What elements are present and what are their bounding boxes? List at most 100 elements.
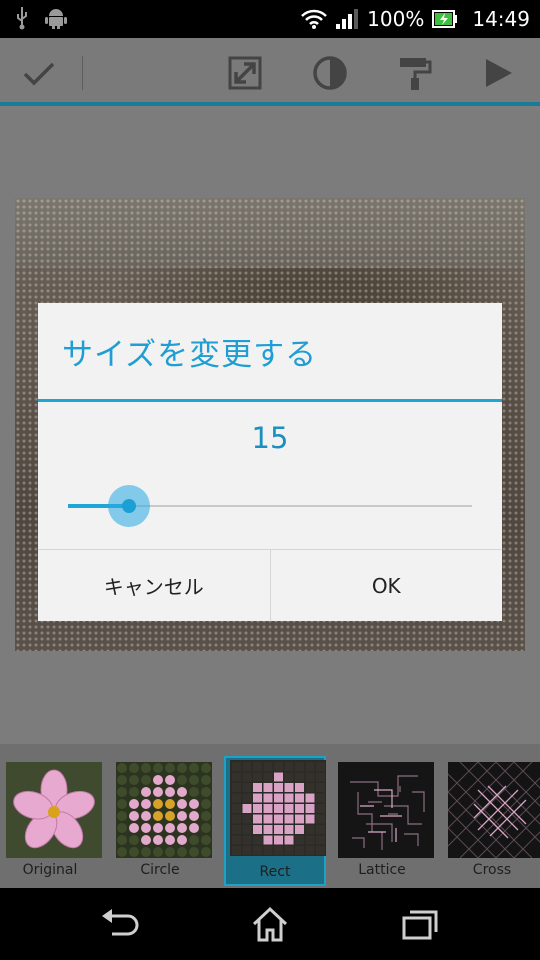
dialog-button-row: キャンセル OK (38, 549, 502, 621)
circle-thumbnail-dot (177, 799, 187, 809)
rect-thumbnail-tile (263, 814, 273, 824)
circle-thumbnail-dot (129, 847, 139, 857)
rect-thumbnail-tile (305, 772, 315, 782)
rect-thumbnail-tile (274, 804, 283, 813)
rect-thumbnail-tile (305, 825, 315, 834)
rect-thumbnail-tile (284, 783, 294, 792)
rect-thumbnail-tile (263, 783, 273, 792)
circle-thumbnail-dot (165, 799, 175, 809)
filter-original-thumbnail (6, 762, 102, 858)
rect-thumbnail-tile (274, 846, 283, 855)
rect-thumbnail-tile (284, 762, 294, 771)
rect-thumbnail-tile (242, 762, 252, 771)
rect-thumbnail-tile (284, 846, 294, 855)
cancel-button[interactable]: キャンセル (38, 550, 270, 621)
rect-thumbnail-tile (253, 793, 262, 803)
circle-thumbnail-dot (117, 823, 127, 833)
rect-thumbnail-tile (242, 814, 252, 824)
rect-thumbnail-tile (232, 846, 241, 855)
rect-thumbnail-tile (242, 772, 252, 782)
circle-thumbnail-dot (189, 823, 199, 833)
rect-thumbnail-tile (242, 783, 252, 792)
battery-charging-icon (432, 10, 458, 28)
rect-thumbnail-tile (295, 814, 304, 824)
rect-thumbnail-tile (295, 772, 304, 782)
circle-thumbnail-dot (165, 775, 175, 785)
circle-thumbnail-dot (141, 823, 151, 833)
android-debug-icon (44, 6, 68, 30)
rect-thumbnail-tile (263, 772, 273, 782)
rect-thumbnail-tile (253, 783, 262, 792)
circle-thumbnail-dot (129, 799, 139, 809)
rect-thumbnail-tile (295, 762, 304, 771)
rect-thumbnail-tile (316, 783, 325, 792)
filter-circle-label: Circle (140, 862, 180, 878)
rect-thumbnail-tile (295, 804, 304, 813)
rect-thumbnail-tile (274, 814, 283, 824)
rect-thumbnail-tile (253, 825, 262, 834)
rect-thumbnail-tile (316, 846, 325, 855)
circle-thumbnail-dot (129, 823, 139, 833)
wifi-icon (301, 8, 328, 30)
rect-thumbnail-tile (305, 846, 315, 855)
resize-icon[interactable] (226, 54, 264, 92)
filter-original-label: Original (22, 862, 78, 878)
circle-thumbnail-dot (201, 763, 211, 773)
rect-thumbnail-tile (305, 835, 315, 845)
rect-thumbnail-tile (232, 783, 241, 792)
filter-lattice-thumbnail (338, 762, 434, 858)
circle-thumbnail-dot (177, 763, 187, 773)
resize-dialog: サイズを変更する 15 キャンセル OK (38, 303, 502, 621)
filter-rect[interactable]: Rect (224, 756, 326, 886)
rect-thumbnail-tile (305, 762, 315, 771)
circle-thumbnail-dot (153, 823, 163, 833)
circle-thumbnail-dot (129, 775, 139, 785)
filter-circle[interactable]: Circle (110, 758, 212, 884)
filter-cross[interactable]: Cross (442, 758, 540, 884)
rect-thumbnail-tile (242, 825, 252, 834)
rect-thumbnail-tile (274, 762, 283, 771)
check-icon[interactable] (20, 54, 58, 92)
circle-thumbnail-dot (189, 763, 199, 773)
rect-thumbnail-tile (284, 772, 294, 782)
dialog-title-divider (38, 399, 502, 402)
size-slider-thumb[interactable] (121, 499, 136, 513)
rect-thumbnail-tile (316, 762, 325, 771)
circle-thumbnail-dot (189, 799, 199, 809)
paint-roller-icon[interactable] (396, 54, 434, 92)
rect-thumbnail-tile (316, 825, 325, 834)
play-icon[interactable] (479, 54, 517, 92)
circle-thumbnail-dot (189, 787, 199, 797)
recent-apps-icon[interactable] (398, 904, 442, 944)
back-icon[interactable] (98, 904, 142, 944)
circle-thumbnail-dot (189, 811, 199, 821)
circle-thumbnail-dot (177, 811, 187, 821)
home-icon[interactable] (248, 904, 292, 944)
rect-thumbnail-tile (274, 772, 283, 782)
contrast-icon[interactable] (311, 54, 349, 92)
filter-original[interactable]: Original (0, 758, 102, 884)
circle-thumbnail-dot (177, 823, 187, 833)
circle-thumbnail-dot (177, 787, 187, 797)
rect-thumbnail-tile (305, 814, 315, 824)
filter-lattice[interactable]: Lattice (332, 758, 434, 884)
circle-thumbnail-dot (117, 763, 127, 773)
rect-thumbnail-tile (284, 835, 294, 845)
circle-thumbnail-dot (117, 835, 127, 845)
circle-thumbnail-dot (141, 799, 151, 809)
circle-thumbnail-dot (189, 835, 199, 845)
action-bar-divider (82, 56, 83, 90)
rect-thumbnail-tile (274, 783, 283, 792)
circle-thumbnail-dot (201, 775, 211, 785)
rect-thumbnail-tile (274, 835, 283, 845)
circle-thumbnail-dot (129, 835, 139, 845)
circle-thumbnail-dot (153, 775, 163, 785)
rect-thumbnail-tile (242, 804, 252, 813)
filter-lattice-label: Lattice (358, 862, 406, 878)
ok-button[interactable]: OK (269, 550, 503, 621)
signal-icon (335, 8, 359, 30)
rect-thumbnail-tile (253, 804, 262, 813)
rect-thumbnail-tile (284, 804, 294, 813)
rect-thumbnail-tile (316, 814, 325, 824)
circle-thumbnail-dot (141, 763, 151, 773)
